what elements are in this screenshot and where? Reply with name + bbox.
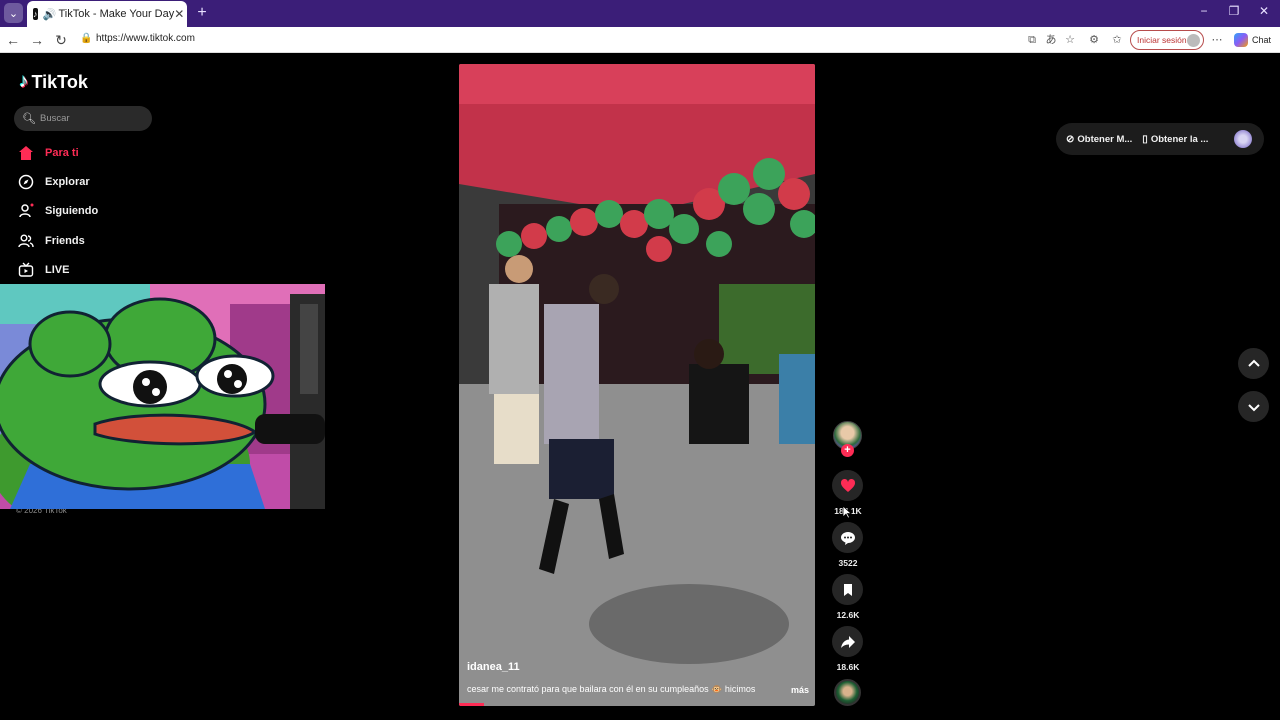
sidebar-item-label: Explorar bbox=[45, 176, 90, 188]
share-button[interactable] bbox=[832, 626, 863, 657]
copilot-icon bbox=[1234, 33, 1248, 47]
comment-button[interactable] bbox=[832, 522, 863, 553]
follow-plus-icon[interactable]: + bbox=[841, 444, 854, 457]
coin-icon: ⊘ bbox=[1066, 133, 1075, 145]
next-video-button[interactable] bbox=[1238, 391, 1269, 422]
get-coins-label: Obtener M... bbox=[1077, 133, 1133, 145]
speaker-icon[interactable]: 🔊 bbox=[43, 8, 57, 21]
maximize-button[interactable]: ❐ bbox=[1219, 4, 1249, 22]
mouse-cursor-icon bbox=[842, 505, 852, 519]
signin-label: Iniciar sesión bbox=[1137, 35, 1187, 45]
profile-avatar[interactable] bbox=[1234, 130, 1252, 148]
sidebar-item-para-ti[interactable]: Para ti bbox=[17, 142, 177, 164]
search-icon: 🔍︎ bbox=[22, 113, 36, 125]
signin-button[interactable]: Iniciar sesión bbox=[1130, 30, 1204, 50]
tab-title: TikTok - Make Your Day bbox=[58, 8, 175, 20]
more-options-icon[interactable]: ⋯ bbox=[1209, 32, 1225, 48]
get-coins-button[interactable]: ⊘ Obtener M... bbox=[1066, 134, 1132, 145]
tab-actions-menu-icon[interactable]: ⌄ bbox=[4, 3, 23, 23]
tiktok-logo[interactable]: ♪ TikTok bbox=[19, 71, 88, 93]
header-actions: ⊘ Obtener M... ▯ Obtener la ... bbox=[1056, 123, 1264, 155]
comment-count: 3522 bbox=[838, 558, 858, 568]
chevron-up-icon bbox=[1247, 359, 1260, 367]
friends-icon bbox=[17, 232, 35, 250]
browser-tab[interactable]: ♪ 🔊 TikTok - Make Your Day ✕ bbox=[27, 1, 187, 27]
like-button[interactable] bbox=[832, 470, 863, 501]
sidebar-item-friends[interactable]: Friends bbox=[17, 230, 177, 252]
tab-close-icon[interactable]: ✕ bbox=[174, 7, 184, 21]
favorites-icon[interactable]: ✩ bbox=[1109, 32, 1125, 48]
address-bar[interactable]: https://www.tiktok.com bbox=[96, 33, 195, 44]
minimize-button[interactable]: − bbox=[1189, 4, 1219, 22]
search-input[interactable] bbox=[40, 113, 140, 124]
webcam-overlay bbox=[0, 284, 325, 509]
browser-titlebar: ⌄ ♪ 🔊 TikTok - Make Your Day ✕ + − ❐ ✕ bbox=[0, 0, 1280, 27]
favorite-star-icon[interactable]: ☆ bbox=[1062, 32, 1078, 48]
chat-label: Chat bbox=[1252, 35, 1272, 45]
sidebar-item-explorar[interactable]: Explorar bbox=[17, 171, 177, 193]
profile-avatar-icon bbox=[1187, 34, 1200, 47]
chevron-down-icon bbox=[1247, 403, 1260, 411]
sidebar-item-label: Para ti bbox=[45, 147, 79, 159]
live-icon bbox=[17, 261, 35, 279]
video-frame bbox=[459, 64, 815, 706]
open-in-app-icon[interactable]: ⧉ bbox=[1024, 32, 1040, 48]
caption-more-button[interactable]: más bbox=[791, 685, 809, 695]
video-player[interactable]: idanea_11 cesar me contrató para que bai… bbox=[459, 64, 815, 706]
share-count: 18.6K bbox=[836, 662, 860, 672]
video-progress-bar[interactable] bbox=[459, 703, 484, 706]
following-icon bbox=[17, 202, 35, 220]
video-caption: cesar me contrató para que bailara con é… bbox=[467, 684, 756, 694]
phone-icon: ▯ bbox=[1142, 133, 1148, 145]
tiktok-favicon-icon: ♪ bbox=[33, 8, 38, 20]
save-count: 12.6K bbox=[836, 610, 860, 620]
tiktok-note-icon: ♪ bbox=[19, 71, 29, 92]
sidebar-item-live[interactable]: LIVE bbox=[17, 259, 177, 281]
heart-icon bbox=[840, 478, 855, 492]
sidebar-item-label: Friends bbox=[45, 235, 85, 247]
get-app-button[interactable]: ▯ Obtener la ... bbox=[1142, 134, 1208, 145]
compass-icon bbox=[17, 173, 35, 191]
new-tab-button[interactable]: + bbox=[193, 3, 211, 23]
previous-video-button[interactable] bbox=[1238, 348, 1269, 379]
music-disc[interactable] bbox=[834, 679, 861, 706]
copilot-chat-button[interactable]: Chat bbox=[1234, 32, 1271, 48]
back-icon[interactable]: ← bbox=[3, 30, 23, 50]
bookmark-icon bbox=[843, 583, 852, 596]
lock-icon[interactable]: 🔒 bbox=[80, 33, 92, 46]
translate-icon[interactable]: あ bbox=[1043, 32, 1059, 48]
reload-icon[interactable]: ↻ bbox=[51, 30, 71, 50]
forward-icon[interactable]: → bbox=[27, 30, 47, 50]
sidebar-item-siguiendo[interactable]: Siguiendo bbox=[17, 200, 177, 222]
search-box[interactable]: 🔍︎ bbox=[14, 106, 152, 131]
save-button[interactable] bbox=[832, 574, 863, 605]
close-window-button[interactable]: ✕ bbox=[1249, 4, 1279, 22]
sidebar-item-label: LIVE bbox=[45, 264, 70, 276]
video-author[interactable]: idanea_11 bbox=[467, 661, 520, 673]
browser-toolbar: ← → ↻ 🔒 https://www.tiktok.com ⧉ あ ☆ ⚙ ✩… bbox=[0, 27, 1280, 53]
home-icon bbox=[17, 144, 35, 162]
share-arrow-icon bbox=[840, 635, 855, 648]
frog-streamer-image bbox=[0, 284, 325, 509]
extensions-icon[interactable]: ⚙ bbox=[1086, 32, 1102, 48]
sidebar-item-label: Siguiendo bbox=[45, 205, 99, 217]
get-app-label: Obtener la ... bbox=[1150, 133, 1209, 145]
comment-icon bbox=[840, 531, 855, 545]
logo-text: TikTok bbox=[31, 71, 88, 92]
